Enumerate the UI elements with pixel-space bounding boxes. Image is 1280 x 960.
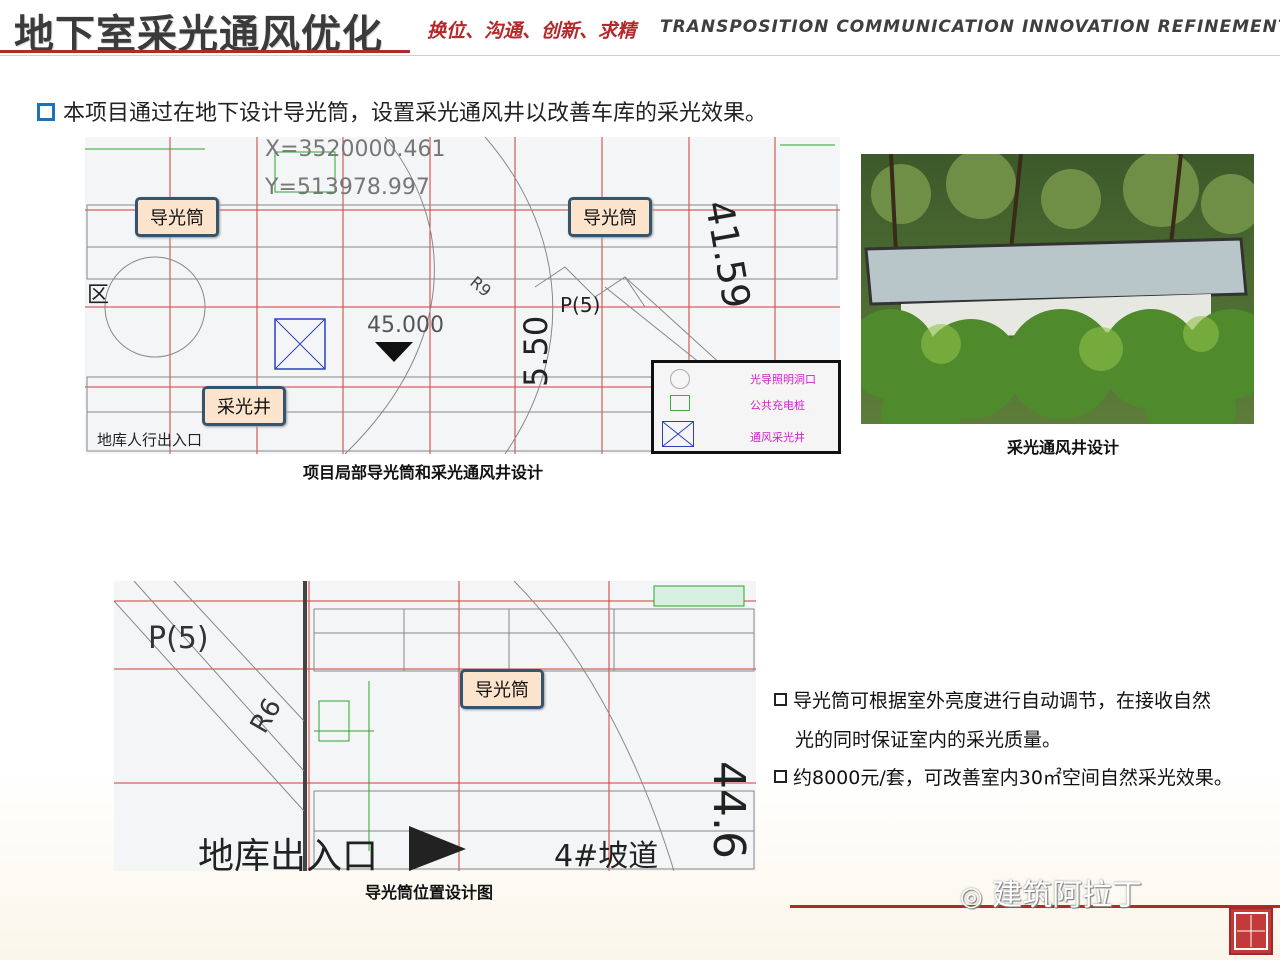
exit-label: 地库出入口 [198, 836, 379, 871]
square-bullet-icon [37, 103, 55, 121]
legend-charger-icon [670, 395, 690, 411]
note-2: 约8000元/套，可改善室内30㎡空间自然采光效果。 [774, 763, 1233, 790]
photo-caption: 采光通风井设计 [1007, 438, 1120, 457]
title-underline [0, 50, 410, 53]
ramp-label: 4#坡道 [554, 839, 659, 871]
slope-label-bottom: P(5) [148, 621, 209, 656]
note-1-text: 导光筒可根据室外亮度进行自动调节，在接收自然 [793, 690, 1212, 712]
light-well-photo [861, 154, 1254, 424]
dim-label-bottom: 44.6 [703, 761, 754, 859]
intro-bullet: 本项目通过在地下设计导光筒，设置采光通风井以改善车库的采光效果。 [37, 95, 767, 127]
intro-text: 本项目通过在地下设计导光筒，设置采光通风井以改善车库的采光效果。 [63, 101, 768, 126]
logo-seal-icon [1229, 907, 1273, 955]
note-1-cont: 光的同时保证室内的采光质量。 [795, 725, 1061, 752]
legend-circle-icon [670, 369, 690, 389]
legend-item-2: 公共充电桩 [750, 399, 805, 412]
plan-legend: 光导照明洞口 公共充电桩 通风采光井 [651, 360, 841, 454]
dim-label-2: 45.000 [367, 313, 444, 338]
square-bullet-icon [774, 770, 787, 783]
note-1-cont-text: 光的同时保证室内的采光质量。 [795, 729, 1062, 751]
dim-label-3: 5.50 [517, 315, 555, 387]
plan-bottom-caption: 导光筒位置设计图 [365, 883, 494, 902]
coord-y-label: Y=513978.997 [265, 175, 430, 200]
wechat-icon: ◎ [960, 882, 983, 912]
callout-light-pipe-1: 导光筒 [135, 197, 219, 237]
callout-light-pipe-bottom: 导光筒 [460, 669, 544, 709]
plan-top-caption: 项目局部导光筒和采光通风井设计 [303, 463, 544, 482]
watermark-text: 建筑阿拉丁 [992, 878, 1143, 913]
square-bullet-icon [774, 693, 787, 706]
callout-light-well: 采光井 [202, 386, 286, 426]
slogan-en: TRANSPOSITION COMMUNICATION INNOVATION R… [660, 17, 1280, 37]
legend-item-1: 光导照明洞口 [750, 373, 816, 386]
note-1: 导光筒可根据室外亮度进行自动调节，在接收自然 [774, 686, 1211, 713]
slope-label: P(5) [560, 293, 601, 317]
coord-x-label: X=3520000.461 [265, 137, 446, 162]
legend-item-3: 通风采光井 [750, 431, 805, 444]
entry-label: 地库人行出入口 [97, 431, 203, 449]
light-well-photo-art [861, 154, 1254, 424]
watermark: ◎ 建筑阿拉丁 [960, 870, 1142, 914]
plan-bottom-drawing: P(5) R6 地库出入口 4#坡道 44.6 导光筒 [114, 581, 756, 871]
legend-well-icon [662, 421, 694, 447]
callout-light-pipe-2: 导光筒 [568, 197, 652, 237]
slogan-cn: 换位、沟通、创新、求精 [427, 20, 637, 42]
note-2-text: 约8000元/套，可改善室内30㎡空间自然采光效果。 [793, 767, 1233, 789]
zone-label: 区 [87, 283, 110, 308]
header-divider [0, 55, 1280, 56]
